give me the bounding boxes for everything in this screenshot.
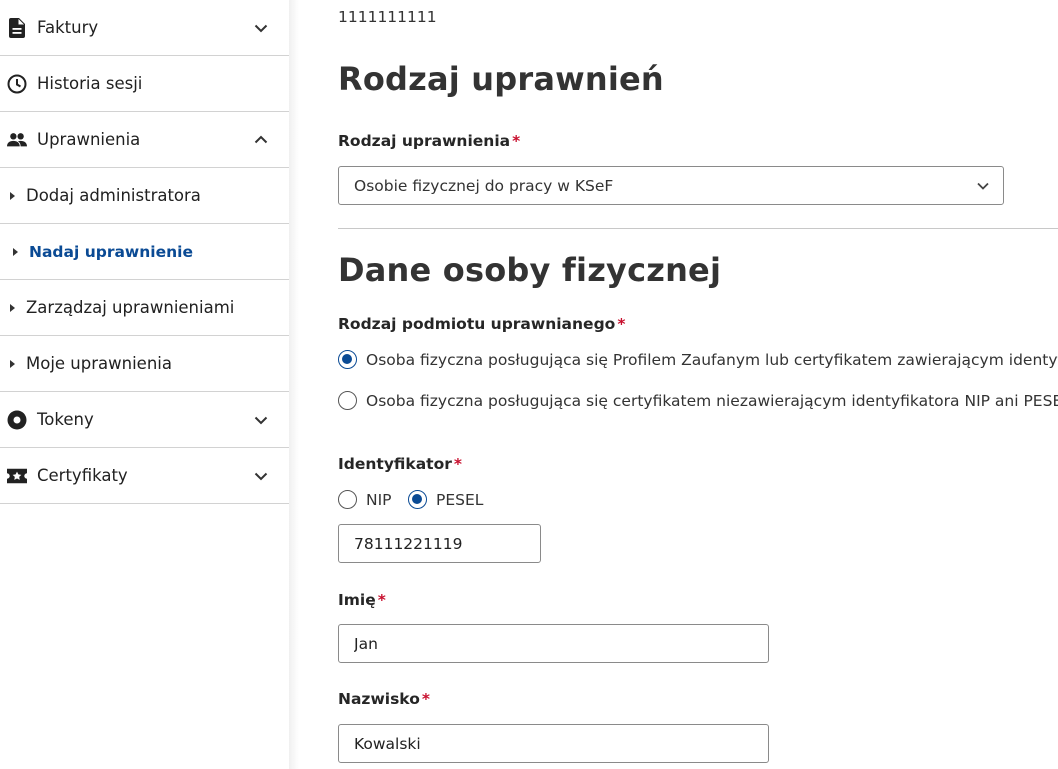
label-text: Rodzaj podmiotu uprawnianego — [338, 315, 616, 333]
radio-button[interactable] — [338, 490, 357, 509]
certificate-icon — [7, 466, 27, 486]
caret-right-icon — [10, 303, 15, 312]
sidebar-item-zarzadzaj-uprawnieniami[interactable]: Zarządzaj uprawnieniami — [0, 280, 289, 336]
identifier-input[interactable] — [338, 524, 541, 563]
sidebar: Faktury Historia sesji Uprawnienia Dodaj… — [0, 0, 289, 769]
subject-type-label: Rodzaj podmiotu uprawnianego * — [338, 315, 625, 333]
required-marker: * — [453, 455, 462, 473]
chevron-up-icon — [253, 132, 269, 148]
sidebar-shadow — [289, 0, 299, 769]
section-divider — [338, 228, 1058, 229]
sidebar-item-tokeny[interactable]: Tokeny — [0, 392, 289, 448]
radio-label: Osoba fizyczna posługująca się certyfika… — [366, 391, 1058, 410]
identifier-option-pesel[interactable]: PESEL — [408, 490, 483, 509]
radio-button[interactable] — [338, 391, 357, 410]
identifier-label: Identyfikator * — [338, 455, 462, 473]
identifier-option-nip[interactable]: NIP — [338, 490, 392, 509]
radio-label: PESEL — [436, 490, 484, 509]
top-value-text: 1111111111 — [338, 8, 437, 26]
sidebar-item-uprawnienia[interactable]: Uprawnienia — [0, 112, 289, 168]
select-value: Osobie fizycznej do pracy w KSeF — [354, 176, 614, 195]
radio-label: Osoba fizyczna posługująca się Profilem … — [366, 350, 1058, 369]
radio-button[interactable] — [338, 350, 357, 369]
people-icon — [7, 130, 27, 150]
section-title-rodzaj-uprawnien: Rodzaj uprawnień — [338, 60, 664, 98]
last-name-input[interactable] — [338, 724, 769, 763]
sidebar-item-historia-sesji[interactable]: Historia sesji — [0, 56, 289, 112]
sidebar-item-label: Uprawnienia — [37, 130, 141, 149]
section-title-dane-osoby: Dane osoby fizycznej — [338, 251, 722, 289]
token-icon — [7, 410, 27, 430]
sidebar-item-label: Moje uprawnienia — [26, 354, 172, 373]
sidebar-item-label: Tokeny — [37, 410, 94, 429]
sidebar-item-label: Zarządzaj uprawnieniami — [26, 298, 235, 317]
required-marker: * — [512, 132, 521, 150]
sidebar-item-certyfikaty[interactable]: Certyfikaty — [0, 448, 289, 504]
sidebar-item-label: Faktury — [37, 18, 99, 37]
first-name-input[interactable] — [338, 624, 769, 663]
sidebar-item-label: Certyfikaty — [37, 466, 128, 485]
sidebar-item-label: Historia sesji — [37, 74, 143, 93]
sidebar-item-moje-uprawnienia[interactable]: Moje uprawnienia — [0, 336, 289, 392]
permission-type-select[interactable]: Osobie fizycznej do pracy w KSeF — [338, 166, 1004, 205]
chevron-down-icon — [253, 20, 269, 36]
caret-right-icon — [10, 191, 15, 200]
label-text: Imię — [338, 591, 376, 609]
radio-button[interactable] — [408, 490, 427, 509]
required-marker: * — [421, 690, 430, 708]
required-marker: * — [617, 315, 626, 333]
last-name-label: Nazwisko * — [338, 690, 430, 708]
required-marker: * — [377, 591, 386, 609]
chevron-down-icon — [253, 412, 269, 428]
radio-label: NIP — [366, 490, 392, 509]
label-text: Identyfikator — [338, 455, 452, 473]
sidebar-item-label: Nadaj uprawnienie — [29, 242, 193, 261]
sidebar-item-label: Dodaj administratora — [26, 186, 201, 205]
label-text: Nazwisko — [338, 690, 420, 708]
caret-right-icon — [13, 247, 18, 256]
label-text: Rodzaj uprawnienia — [338, 132, 511, 150]
subject-option-trusted-profile[interactable]: Osoba fizyczna posługująca się Profilem … — [338, 350, 1058, 369]
chevron-down-icon — [253, 468, 269, 484]
sidebar-item-nadaj-uprawnienie[interactable]: Nadaj uprawnienie — [0, 224, 289, 280]
sidebar-item-faktury[interactable]: Faktury — [0, 0, 289, 56]
sidebar-item-dodaj-administratora[interactable]: Dodaj administratora — [0, 168, 289, 224]
chevron-down-icon — [975, 178, 991, 194]
clock-icon — [7, 74, 27, 94]
caret-right-icon — [10, 359, 15, 368]
document-icon — [7, 17, 27, 38]
subject-option-certificate-without-id[interactable]: Osoba fizyczna posługująca się certyfika… — [338, 391, 1058, 410]
permission-type-label: Rodzaj uprawnienia * — [338, 132, 520, 150]
first-name-label: Imię * — [338, 591, 386, 609]
